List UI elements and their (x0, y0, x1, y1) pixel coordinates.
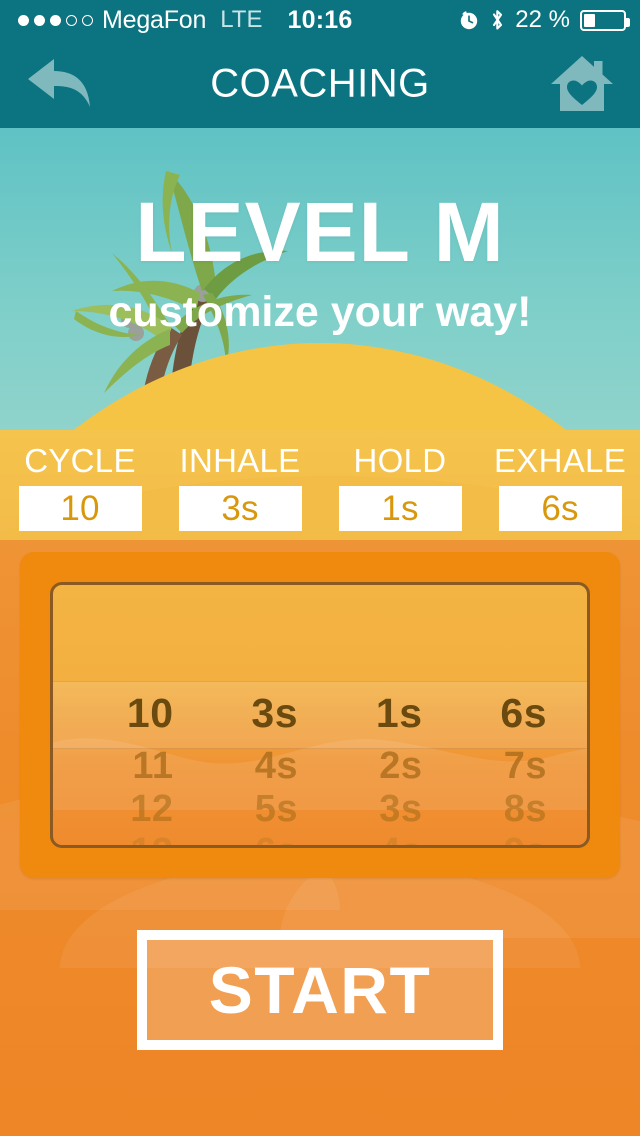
bluetooth-icon (493, 10, 503, 30)
picker-cell-hold: 1s (375, 689, 423, 736)
picker-cell-exhale: 9s (445, 831, 570, 845)
value-box-hold[interactable]: 1s (338, 486, 462, 531)
level-subtitle: customize your way! (108, 288, 532, 336)
picker-row-selected[interactable]: 10 3s 1s 6s (53, 681, 587, 745)
status-bar: MegaFon LTE 10:16 22 % (0, 0, 640, 40)
picker-cell-cycle: 10 (126, 689, 174, 736)
app-screen: MegaFon LTE 10:16 22 % COACHING LEVEL M … (0, 0, 640, 1136)
column-label-cycle: CYCLE (24, 442, 136, 479)
settings-column-hold: HOLD 1s (320, 444, 480, 531)
picker-cell-hold: 2s (379, 745, 423, 787)
navigation-bar: COACHING (0, 40, 640, 128)
home-heart-icon (551, 56, 613, 111)
value-hold: 1s (381, 488, 419, 528)
column-label-inhale: INHALE (179, 442, 301, 479)
picker-wheel[interactable]: 10 3s 1s 6s 11 4s 2s 7s 12 5s 3s 8s (50, 582, 590, 848)
settings-column-exhale: EXHALE 6s (480, 444, 640, 531)
picker-cell-cycle: 11 (132, 745, 174, 787)
picker-row[interactable]: 11 4s 2s 7s (53, 745, 587, 788)
value-box-exhale[interactable]: 6s (498, 486, 622, 531)
picker-row[interactable]: 12 5s 3s 8s (53, 788, 587, 831)
level-title: LEVEL M (135, 185, 505, 279)
value-inhale: 3s (221, 488, 259, 528)
settings-header-row: CYCLE 10 INHALE 3s HOLD 1s EXHALE 6s (0, 444, 640, 531)
picker-cell-inhale: 4s (254, 745, 298, 787)
picker-cell-cycle: 12 (130, 788, 174, 830)
picker-container: 10 3s 1s 6s 11 4s 2s 7s 12 5s 3s 8s (20, 552, 620, 878)
settings-column-inhale: INHALE 3s (160, 444, 320, 531)
picker-cell-inhale: 3s (251, 689, 298, 736)
battery-percent-label: 22 % (515, 6, 570, 33)
hero-text: LEVEL M customize your way! (0, 190, 640, 337)
alarm-clock-icon (461, 11, 478, 30)
picker-cell-cycle: 13 (71, 831, 196, 845)
column-label-hold: HOLD (353, 442, 447, 479)
picker-cell-inhale: 6s (196, 831, 321, 845)
settings-column-cycle: CYCLE 10 (0, 444, 160, 531)
picker-row[interactable]: 13 6s 4s 9s (53, 831, 587, 845)
value-cycle: 10 (60, 488, 100, 528)
start-button[interactable]: START (137, 930, 503, 1050)
column-label-exhale: EXHALE (493, 442, 627, 479)
picker-cell-hold: 4s (320, 831, 445, 845)
picker-cell-exhale: 7s (503, 745, 547, 787)
picker-rows: 10 3s 1s 6s 11 4s 2s 7s 12 5s 3s 8s (53, 585, 587, 846)
status-bar-right: 22 % (458, 6, 630, 34)
picker-cell-hold: 3s (379, 788, 423, 830)
battery-icon (580, 9, 630, 31)
hero-banner: LEVEL M customize your way! (0, 128, 640, 458)
battery-fill (584, 13, 596, 27)
value-box-cycle[interactable]: 10 (18, 486, 142, 531)
start-button-label: START (208, 953, 432, 1027)
picker-row-spacer (53, 585, 587, 681)
picker-cell-exhale: 8s (503, 788, 547, 830)
home-button[interactable] (544, 51, 620, 117)
picker-cell-exhale: 6s (500, 689, 547, 736)
value-exhale: 6s (541, 488, 579, 528)
value-box-inhale[interactable]: 3s (178, 486, 302, 531)
picker-cell-inhale: 5s (254, 788, 298, 830)
